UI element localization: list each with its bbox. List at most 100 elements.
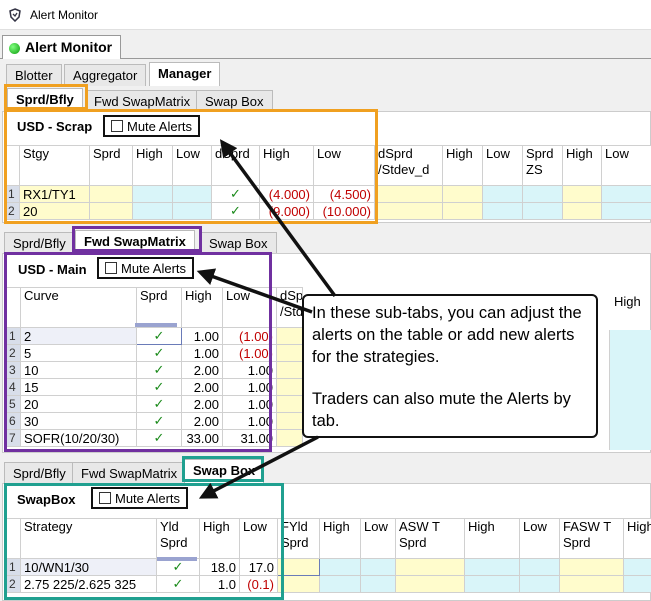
cell[interactable] [319, 575, 361, 593]
col-header[interactable]: High [562, 145, 602, 186]
col-header[interactable]: Low [601, 145, 651, 186]
col-header[interactable]: dSprd /Std [276, 287, 303, 328]
tab-aggregator[interactable]: Aggregator [64, 64, 147, 86]
table-row[interactable]: 5 20 ✓ 2.00 1.00 [6, 395, 303, 413]
cell[interactable] [562, 202, 602, 220]
cell[interactable] [601, 185, 651, 203]
sprd-check-cell[interactable]: ✓ [136, 378, 182, 396]
tab-manager[interactable]: Manager [149, 62, 221, 86]
low-cell[interactable] [172, 202, 212, 220]
table-row[interactable]: 3 10 ✓ 2.00 1.00 [6, 361, 303, 379]
col-header[interactable]: Sprd ZS [522, 145, 563, 186]
col-header[interactable]: Yld Sprd [156, 518, 200, 559]
high-cell[interactable]: 2.00 [181, 378, 223, 396]
cell[interactable] [519, 575, 560, 593]
main-mute-alerts-checkbox[interactable]: Mute Alerts [97, 257, 195, 279]
cell[interactable] [464, 558, 520, 576]
cell[interactable] [276, 378, 303, 396]
col-header[interactable]: Low [239, 518, 278, 559]
col-header[interactable]: High [132, 145, 173, 186]
table-row[interactable]: 2 20 ✓ (9.000) (10.000) [5, 202, 651, 220]
cell[interactable] [623, 575, 651, 593]
curve-cell[interactable]: 20 [20, 395, 137, 413]
tab-alert-monitor[interactable]: Alert Monitor [2, 35, 122, 59]
curve-cell[interactable]: 10 [20, 361, 137, 379]
table-row[interactable]: 4 15 ✓ 2.00 1.00 [6, 378, 303, 396]
table-row[interactable]: 6 30 ✓ 2.00 1.00 [6, 412, 303, 430]
low-cell[interactable]: (10.000) [313, 202, 375, 220]
cell[interactable] [442, 202, 483, 220]
subtab-sprd-bfly[interactable]: Sprd/Bfly [4, 462, 75, 484]
tab-blotter[interactable]: Blotter [6, 64, 62, 86]
cell[interactable] [360, 575, 396, 593]
curve-cell[interactable]: 2 [20, 327, 137, 345]
cell[interactable] [482, 202, 523, 220]
cell[interactable] [559, 575, 624, 593]
cell[interactable] [482, 185, 523, 203]
col-header[interactable]: Stgy [19, 145, 90, 186]
cell[interactable] [601, 202, 651, 220]
col-header[interactable]: High [464, 518, 520, 559]
cell[interactable] [623, 558, 651, 576]
col-header[interactable]: Strategy [20, 518, 157, 559]
dsprd-check-cell[interactable]: ✓ [211, 202, 260, 220]
col-header[interactable]: High [259, 145, 314, 186]
high-cell[interactable]: 18.0 [199, 558, 240, 576]
subtab-swap-box[interactable]: Swap Box [196, 90, 273, 112]
col-header[interactable]: FYld Sprd [277, 518, 320, 559]
cell[interactable] [276, 429, 303, 447]
strategy-cell[interactable]: 2.75 225/2.625 325 [20, 575, 157, 593]
curve-cell[interactable]: 30 [20, 412, 137, 430]
col-header[interactable]: Low [172, 145, 212, 186]
curve-cell[interactable]: 15 [20, 378, 137, 396]
cell[interactable] [464, 575, 520, 593]
cell[interactable] [276, 412, 303, 430]
scrap-mute-alerts-checkbox[interactable]: Mute Alerts [103, 115, 201, 137]
subtab-swap-box[interactable]: Swap Box [184, 459, 265, 483]
cell[interactable] [276, 395, 303, 413]
low-cell[interactable]: 31.00 [222, 429, 277, 447]
cell[interactable] [276, 361, 303, 379]
cell[interactable] [276, 327, 303, 345]
subtab-fwd-swapmatrix[interactable]: Fwd SwapMatrix [72, 462, 187, 484]
sprd-check-cell[interactable]: ✓ [136, 361, 182, 379]
table-row[interactable]: 1 RX1/TY1 ✓ (4.000) (4.500) [5, 185, 651, 203]
col-header[interactable]: FASW T Sprd [559, 518, 624, 559]
subtab-sprd-bfly[interactable]: Sprd/Bfly [7, 88, 83, 112]
cell[interactable] [395, 558, 465, 576]
strategy-cell[interactable]: 10/WN1/30 [20, 558, 157, 576]
table-row[interactable]: 1 2 ✓ 1.00 (1.00) [6, 327, 303, 345]
cell[interactable] [374, 185, 443, 203]
col-header[interactable]: High [181, 287, 223, 328]
col-header[interactable]: High [319, 518, 361, 559]
col-header[interactable]: Sprd [136, 287, 182, 328]
table-row[interactable]: 2 5 ✓ 1.00 (1.00) [6, 344, 303, 362]
high-cell[interactable] [132, 185, 173, 203]
sprd-check-cell[interactable]: ✓ [136, 395, 182, 413]
col-header[interactable]: High [442, 145, 483, 186]
subtab-sprd-bfly[interactable]: Sprd/Bfly [4, 232, 75, 254]
high-cell[interactable]: 1.0 [199, 575, 240, 593]
col-header[interactable]: High [614, 294, 641, 309]
low-cell[interactable]: 1.00 [222, 395, 277, 413]
low-cell[interactable]: 17.0 [239, 558, 278, 576]
cell[interactable] [276, 344, 303, 362]
col-header[interactable]: High [199, 518, 240, 559]
low-cell[interactable]: (1.00) [222, 327, 277, 345]
col-header[interactable]: dSprd /Stdev_d [374, 145, 443, 186]
low-cell[interactable]: 1.00 [222, 361, 277, 379]
low-cell[interactable]: (4.500) [313, 185, 375, 203]
low-cell[interactable]: 1.00 [222, 412, 277, 430]
high-cell[interactable] [132, 202, 173, 220]
sprd-check-cell[interactable]: ✓ [136, 327, 182, 345]
high-cell[interactable]: 2.00 [181, 395, 223, 413]
sprd-cell[interactable] [89, 185, 133, 203]
col-header[interactable]: Curve [20, 287, 137, 328]
low-cell[interactable] [172, 185, 212, 203]
cell[interactable] [277, 558, 320, 576]
low-cell[interactable]: (1.00) [222, 344, 277, 362]
col-header[interactable]: dSprd [211, 145, 260, 186]
high-cell[interactable]: (4.000) [259, 185, 314, 203]
col-header[interactable]: Low [482, 145, 523, 186]
cell[interactable] [360, 558, 396, 576]
